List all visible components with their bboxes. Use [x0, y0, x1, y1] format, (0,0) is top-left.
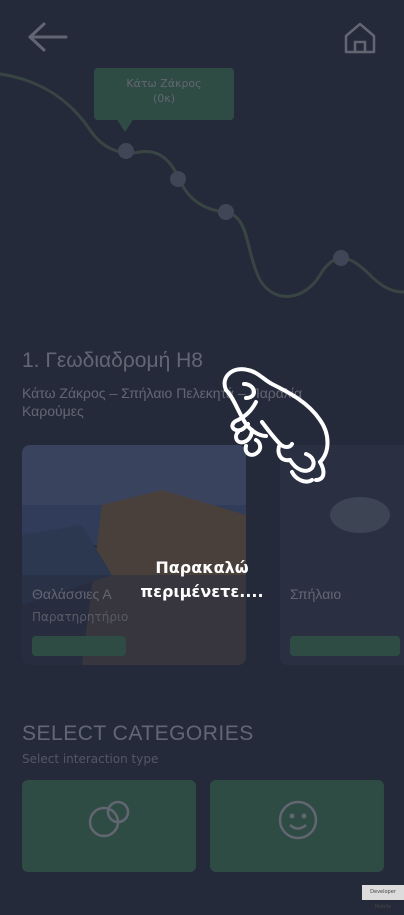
loading-text: Παρακαλώ περιμένετε....: [140, 558, 264, 601]
loading-overlay: Παρακαλώ περιμένετε....: [0, 0, 404, 900]
frog-icon: [222, 367, 330, 484]
watermark: Developer Mobile: [362, 885, 404, 910]
route-screen: Κάτω Ζάκρος (0κ) 1. Γεωδιαδρομή Η8 Κάτω …: [0, 0, 404, 910]
